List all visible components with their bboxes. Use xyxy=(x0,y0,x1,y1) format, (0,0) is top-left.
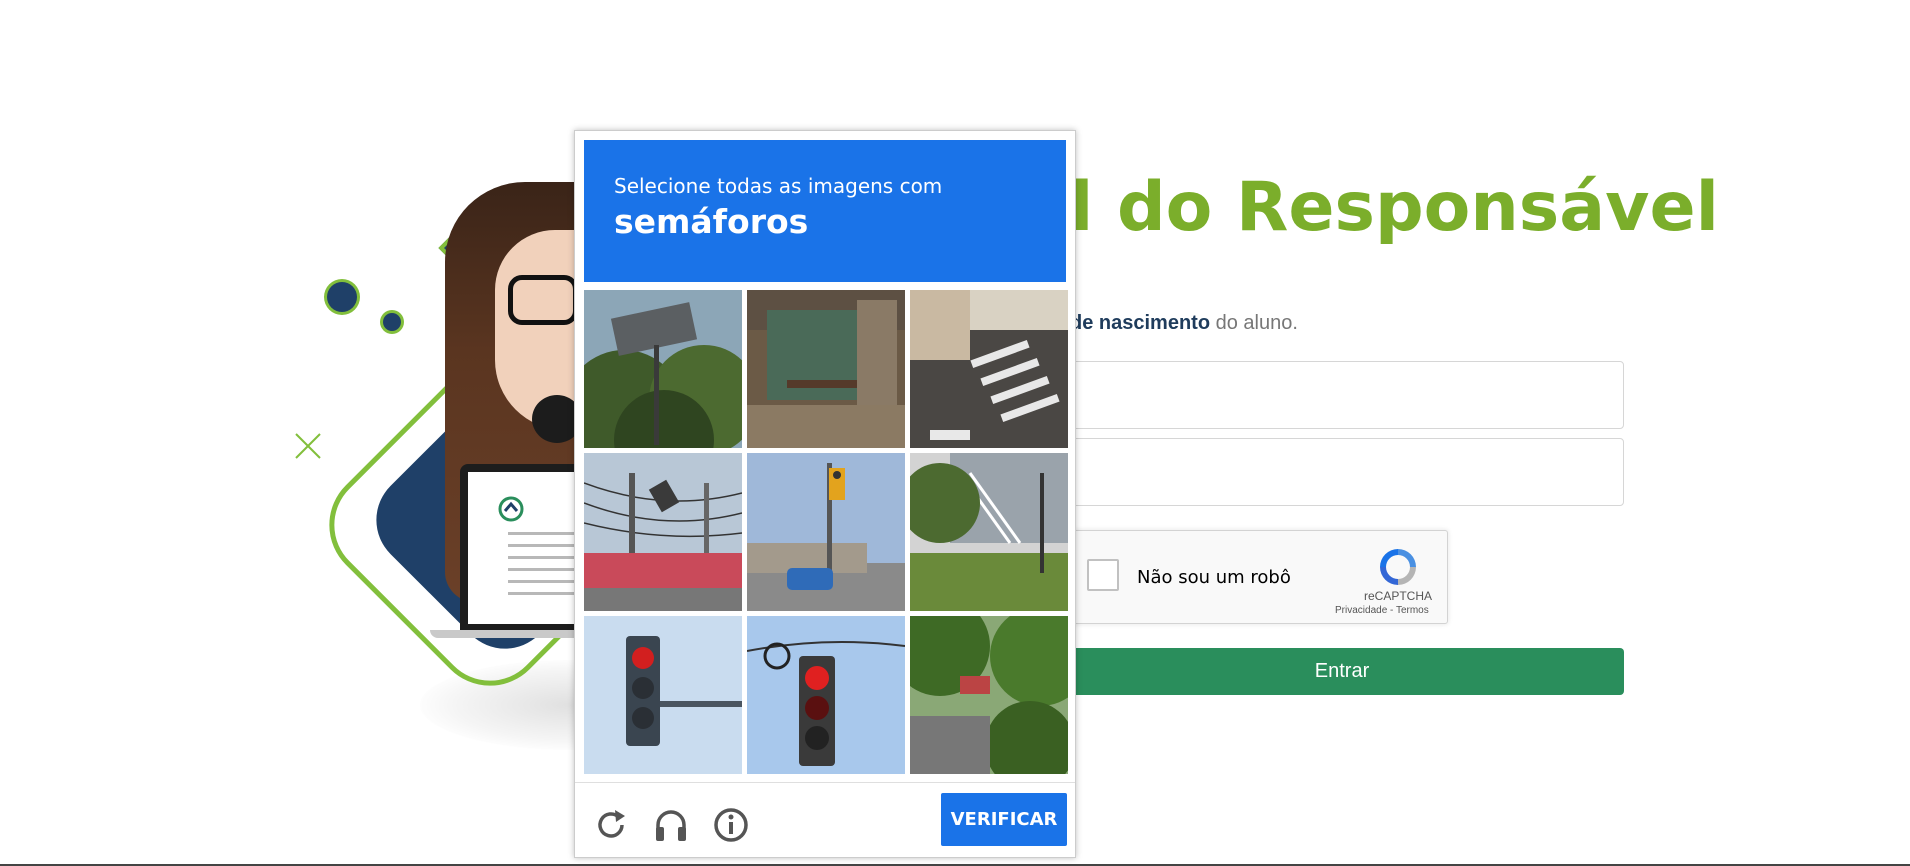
recaptcha-brand: reCAPTCHA xyxy=(1363,589,1432,603)
school-logo-icon xyxy=(498,496,524,522)
verify-button[interactable]: VERIFICAR xyxy=(941,793,1067,846)
hanging-red-traffic-light-tile[interactable] xyxy=(747,616,905,774)
challenge-object: semáforos xyxy=(614,202,809,241)
sparkle-icon xyxy=(295,433,321,459)
intersection-traffic-light-tile[interactable] xyxy=(747,453,905,611)
info-icon[interactable] xyxy=(711,805,751,845)
crosswalk-tile[interactable] xyxy=(910,290,1068,448)
instruction-text: de nascimento do aluno. xyxy=(1070,312,1298,335)
recaptcha-privacy-terms[interactable]: Privacidade - Termos xyxy=(1335,605,1429,616)
street-trees-tile[interactable] xyxy=(910,616,1068,774)
student-id-input[interactable] xyxy=(1060,361,1624,429)
instruction-rest: do aluno. xyxy=(1210,312,1298,334)
house-stairs-tile[interactable] xyxy=(910,453,1068,611)
hero-illustration xyxy=(280,160,720,750)
challenge-header: Selecione todas as imagens com semáforos xyxy=(584,140,1066,282)
power-lines-traffic-light-tile[interactable] xyxy=(584,453,742,611)
student-glasses xyxy=(508,275,578,325)
instruction-bold: de nascimento xyxy=(1070,312,1211,334)
page-title: l do Responsável xyxy=(1070,168,1719,247)
footer-divider xyxy=(575,782,1075,783)
reload-icon[interactable] xyxy=(591,805,631,845)
circle-decoration-small xyxy=(383,313,401,331)
recaptcha-checkbox[interactable] xyxy=(1087,559,1119,591)
circle-decoration xyxy=(327,282,357,312)
audio-headphones-icon[interactable] xyxy=(651,805,691,845)
recaptcha-logo-icon xyxy=(1380,549,1416,585)
recaptcha-label: Não sou um robô xyxy=(1137,567,1291,588)
tree-with-sign-tile[interactable] xyxy=(584,290,742,448)
recaptcha-widget: Não sou um robô reCAPTCHA Privacidade - … xyxy=(1060,530,1448,624)
red-traffic-light-tile[interactable] xyxy=(584,616,742,774)
birthdate-input[interactable] xyxy=(1060,438,1624,506)
challenge-prompt: Selecione todas as imagens com xyxy=(614,174,943,198)
login-button[interactable]: Entrar xyxy=(1060,648,1624,695)
bus-shelter-tile[interactable] xyxy=(747,290,905,448)
recaptcha-challenge-dialog: Selecione todas as imagens com semáforos xyxy=(574,130,1076,858)
